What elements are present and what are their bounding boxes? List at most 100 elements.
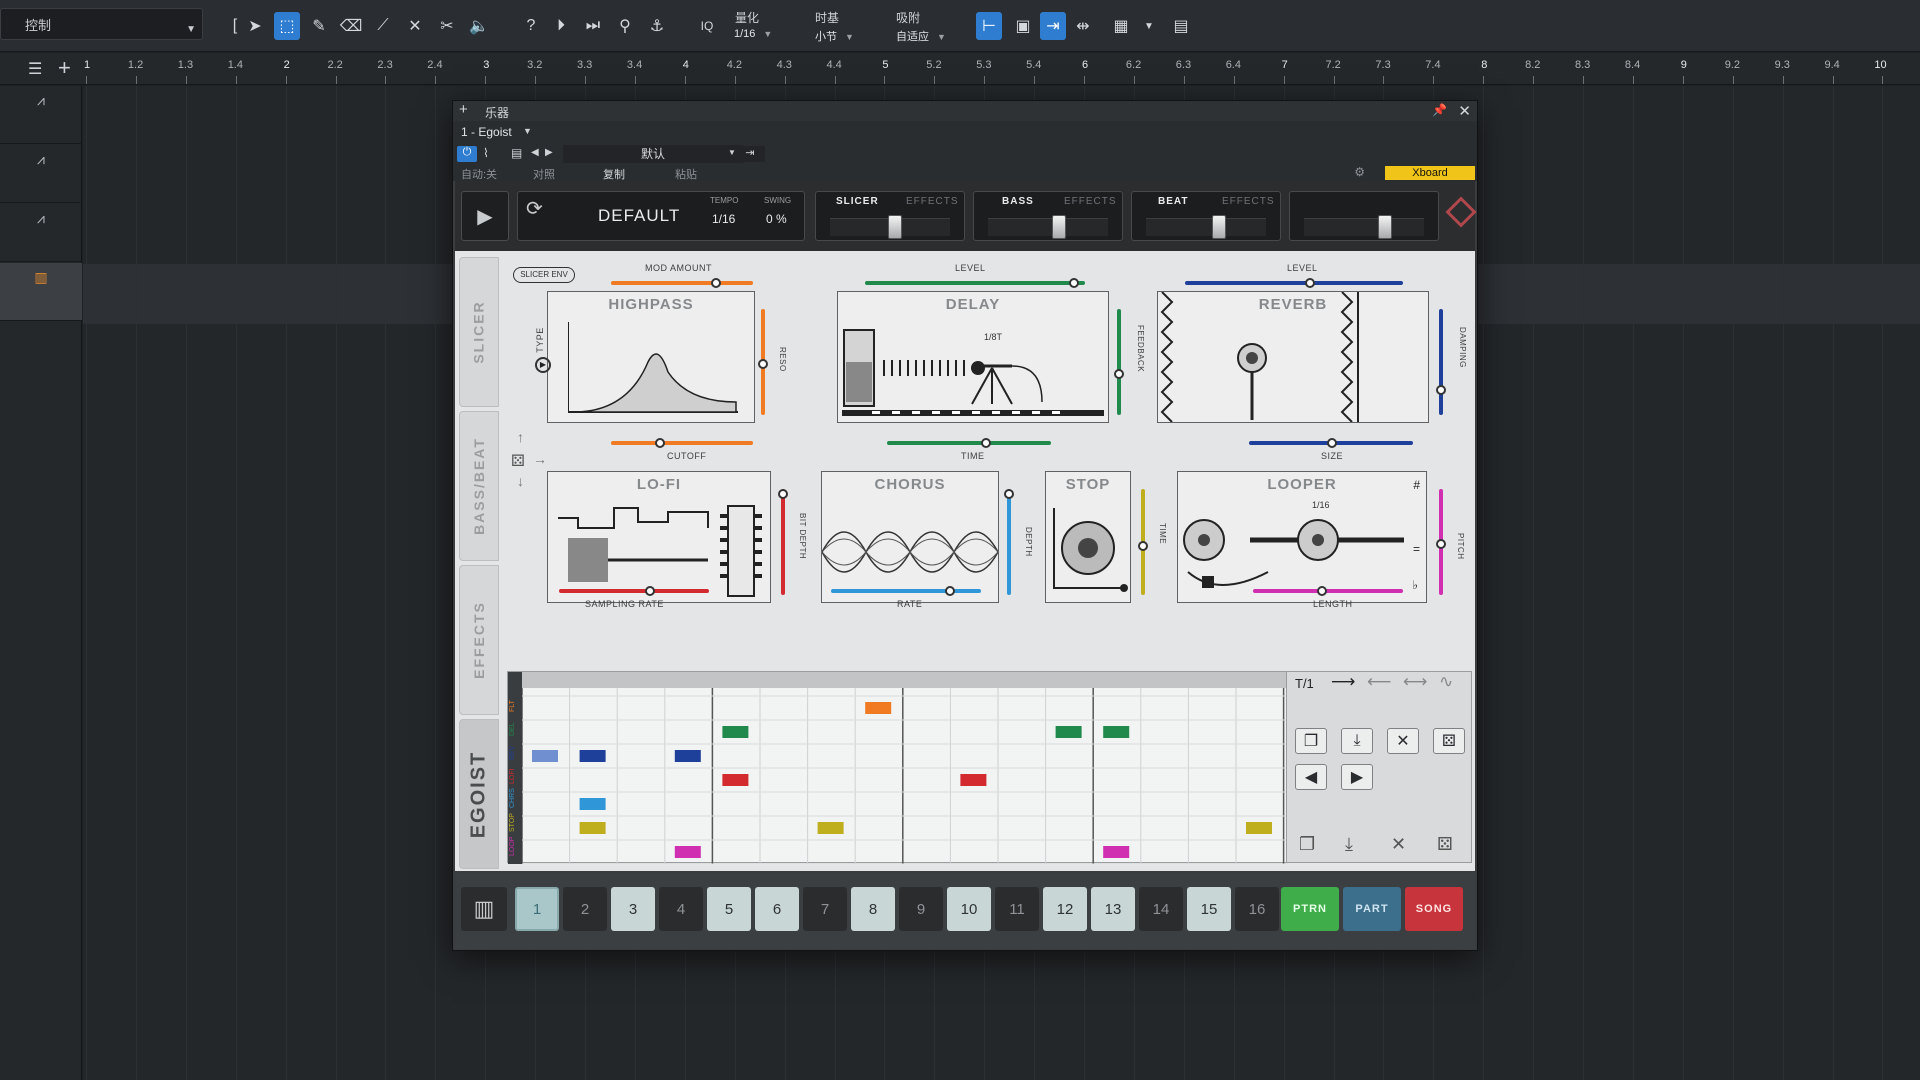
snap-event-icon[interactable]: ▣ xyxy=(1010,12,1036,40)
reso-slider[interactable] xyxy=(758,309,768,415)
preset-file-icon[interactable]: ▤ xyxy=(511,146,522,160)
ptrn-mode-button[interactable]: PTRN xyxy=(1281,887,1339,931)
slider-knob[interactable] xyxy=(1305,278,1315,288)
mute-tool-icon[interactable]: ✕ xyxy=(402,12,428,40)
paste-all-icon[interactable]: ⤓ xyxy=(1345,834,1353,855)
slider-knob[interactable] xyxy=(1004,489,1014,499)
pattern-pad[interactable]: 13 xyxy=(1091,887,1135,931)
zoom-icon[interactable]: ⚲ xyxy=(612,12,638,40)
pattern-pad[interactable]: 16 xyxy=(1235,887,1279,931)
range-tool-icon[interactable]: ⬚ xyxy=(274,12,300,40)
paste-button[interactable]: 粘贴 xyxy=(675,166,697,182)
beat-effects-tab[interactable]: EFFECTS xyxy=(1222,196,1275,207)
size-slider[interactable] xyxy=(1249,438,1413,448)
chevron-down-icon[interactable]: ▼ xyxy=(523,126,532,136)
help-icon[interactable]: ? xyxy=(518,12,544,40)
chorus-rate-slider[interactable] xyxy=(831,586,981,596)
slider-knob[interactable] xyxy=(1436,539,1446,549)
pencil-tool-icon[interactable]: ✎ xyxy=(306,12,332,40)
random-direction-icon[interactable]: ∿ xyxy=(1439,672,1453,692)
side-tab-bassbeat[interactable]: BASS/BEAT xyxy=(459,411,499,561)
pattern-pad[interactable]: 4 xyxy=(659,887,703,931)
pattern-pad[interactable]: 5 xyxy=(707,887,751,931)
timeline-ruler[interactable]: ☰ + 1 1.2 1.3 1.4 2 2.2 2.3 2.4 3 3.2 3.3 3.4 4 4.2 4.… xyxy=(0,53,1920,85)
cutoff-slider[interactable] xyxy=(611,438,753,448)
length-slider[interactable] xyxy=(1253,586,1403,596)
bit-depth-slider[interactable] xyxy=(778,489,788,595)
type-play-icon[interactable]: ▶ xyxy=(535,357,551,373)
forward-icon[interactable]: ⟶ xyxy=(1331,672,1355,692)
snap-cursor-icon[interactable]: ⇥ xyxy=(1040,12,1066,40)
slider-knob[interactable] xyxy=(758,359,768,369)
pattern-pad[interactable]: 9 xyxy=(899,887,943,931)
mod-amount-slider[interactable] xyxy=(611,278,753,288)
fader-knob[interactable] xyxy=(1378,215,1393,239)
randomize-pattern-icon[interactable]: ⚄ xyxy=(1433,728,1465,754)
slider-knob[interactable] xyxy=(945,586,955,596)
sharp-icon[interactable]: # xyxy=(1413,478,1420,492)
power-icon[interactable]: ⏻ xyxy=(457,146,477,162)
slicer-tab[interactable]: SLICER xyxy=(836,196,879,207)
stop-time-slider[interactable] xyxy=(1138,489,1148,595)
slicer-fader[interactable] xyxy=(830,215,950,239)
track-row[interactable]: ⩘ xyxy=(0,145,82,203)
pingpong-icon[interactable]: ⟷ xyxy=(1403,672,1427,692)
loop-length-value[interactable]: T/1 xyxy=(1295,676,1314,691)
split-cursor-icon[interactable]: ⇹ xyxy=(1070,12,1096,40)
pattern-pad[interactable]: 7 xyxy=(803,887,847,931)
add-track-icon[interactable]: + xyxy=(58,55,71,81)
beat-fader[interactable] xyxy=(1146,215,1266,239)
fader-knob[interactable] xyxy=(1211,215,1226,239)
pattern-pad[interactable]: 11 xyxy=(995,887,1039,931)
fader-knob[interactable] xyxy=(1051,215,1066,239)
sampling-rate-slider[interactable] xyxy=(559,586,709,596)
side-tab-slicer[interactable]: SLICER xyxy=(459,257,499,407)
preset-name[interactable]: DEFAULT xyxy=(598,206,680,226)
backward-icon[interactable]: ⟵ xyxy=(1367,672,1391,692)
swing-value[interactable]: 0 % xyxy=(766,212,787,226)
slider-knob[interactable] xyxy=(1317,586,1327,596)
track-row-instrument[interactable]: ▥ xyxy=(0,263,82,321)
slider-knob[interactable] xyxy=(645,586,655,596)
pattern-pad[interactable]: 10 xyxy=(947,887,991,931)
loop-play-icon[interactable]: ⏵ xyxy=(548,12,574,40)
paint-tool-icon[interactable]: ⟋ xyxy=(370,12,396,40)
side-tab-egoist[interactable]: EGOIST xyxy=(459,719,499,869)
master-fader[interactable] xyxy=(1304,215,1424,239)
pin-icon[interactable]: 📌 xyxy=(1432,103,1447,117)
xboard-button[interactable]: Xboard xyxy=(1385,166,1475,180)
dice-icon[interactable]: ⚄ xyxy=(511,451,525,471)
keyboard-icon[interactable]: ▥ xyxy=(461,887,507,931)
side-tab-effects[interactable]: EFFECTS xyxy=(459,565,499,715)
mixer-icon[interactable]: ▤ xyxy=(1168,12,1194,40)
track-row[interactable]: ⩘ xyxy=(0,86,82,144)
pattern-pad[interactable]: 1 xyxy=(515,887,559,931)
feedback-slider[interactable] xyxy=(1114,309,1124,415)
iq-button[interactable]: IQ xyxy=(694,12,720,40)
layout-icon[interactable]: ▦ xyxy=(1108,12,1134,40)
play-button[interactable]: ▶ xyxy=(461,191,509,241)
slider-knob[interactable] xyxy=(655,438,665,448)
quantize-select[interactable]: 1/16 ▼ xyxy=(734,28,772,40)
wrench-icon[interactable]: ⌇ xyxy=(483,146,489,160)
slicer-env-button[interactable]: SLICER ENV xyxy=(513,267,575,283)
arrow-tool-icon[interactable]: ➤ xyxy=(242,12,268,40)
slider-knob[interactable] xyxy=(1069,278,1079,288)
copy-all-icon[interactable]: ❐ xyxy=(1299,834,1315,855)
pattern-pad[interactable]: 2 xyxy=(563,887,607,931)
gear-icon[interactable]: ⚙ xyxy=(1354,165,1365,179)
close-icon[interactable]: ✕ xyxy=(1458,102,1471,120)
fx-sequencer[interactable]: FLT DEL REV LOFI CHRS STOP LOOP xyxy=(507,671,1288,864)
link-icon[interactable]: ⚓ xyxy=(644,12,670,40)
slider-knob[interactable] xyxy=(981,438,991,448)
pattern-pad[interactable]: 15 xyxy=(1187,887,1231,931)
automation-toggle[interactable]: 自动:关 xyxy=(461,166,497,182)
arrow-right-icon[interactable]: → xyxy=(533,451,547,467)
bass-fader[interactable] xyxy=(988,215,1108,239)
pattern-pad[interactable]: 8 xyxy=(851,887,895,931)
bass-tab[interactable]: BASS xyxy=(1002,196,1034,207)
compare-button[interactable]: 对照 xyxy=(533,166,555,182)
slider-knob[interactable] xyxy=(711,278,721,288)
part-mode-button[interactable]: PART xyxy=(1343,887,1401,931)
pattern-pad[interactable]: 14 xyxy=(1139,887,1183,931)
